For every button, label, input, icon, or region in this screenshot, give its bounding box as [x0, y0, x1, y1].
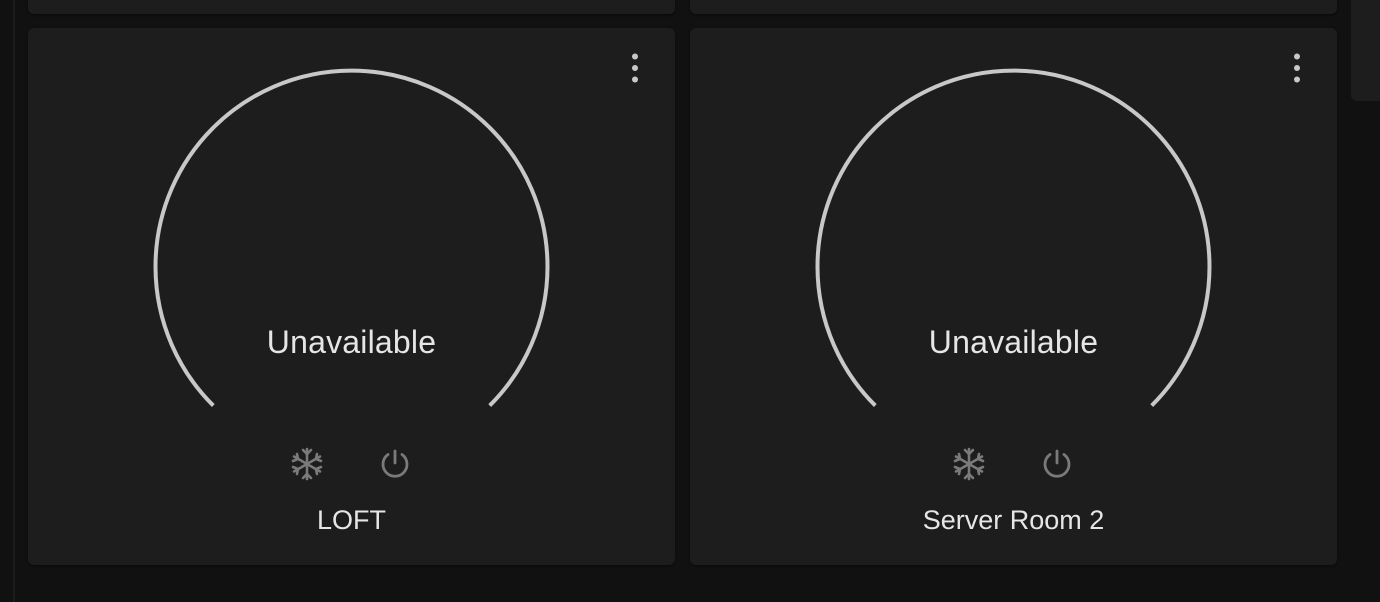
snowflake-icon [953, 447, 985, 481]
cool-mode-button[interactable] [287, 444, 327, 484]
thermostat-name: Server Room 2 [922, 505, 1105, 535]
adjacent-card-edge [1351, 0, 1380, 101]
thermostat-status: Unavailable [928, 324, 1099, 360]
thermostat-card-server-room-2[interactable]: Unavailable Server Room 2 [690, 28, 1337, 565]
previous-card-edge [690, 0, 1337, 14]
dashboard: Unavailable LOFT Unavailable Server Room… [0, 0, 1380, 602]
power-off-button[interactable] [1037, 444, 1077, 484]
more-options-button[interactable] [1281, 52, 1313, 84]
snowflake-icon [291, 447, 323, 481]
thermostat-dial [153, 68, 550, 408]
thermostat-dial [815, 68, 1212, 408]
more-options-button[interactable] [619, 52, 651, 84]
power-icon [1043, 449, 1071, 478]
thermostat-status: Unavailable [266, 324, 437, 360]
power-icon [381, 449, 409, 478]
dots-vertical-icon [632, 53, 638, 83]
previous-card-edge [28, 0, 675, 14]
power-off-button[interactable] [375, 444, 415, 484]
thermostat-card-loft[interactable]: Unavailable LOFT [28, 28, 675, 565]
thermostat-name: LOFT [316, 505, 386, 535]
sidebar-divider [13, 0, 15, 602]
cool-mode-button[interactable] [949, 444, 989, 484]
dots-vertical-icon [1294, 53, 1300, 83]
